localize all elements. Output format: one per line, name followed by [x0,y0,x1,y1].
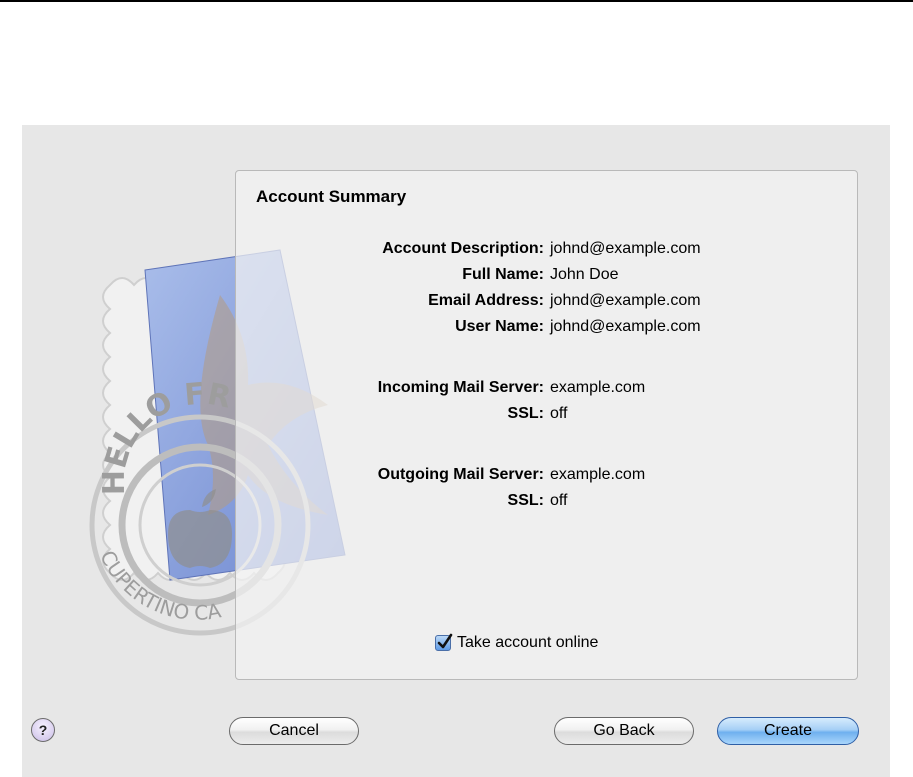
row-value: example.com [550,379,646,396]
checkbox-box[interactable] [435,633,453,651]
checkbox-label: Take account online [457,634,599,651]
create-button[interactable]: Create [717,717,859,745]
row-label: SSL: [507,492,544,509]
row-value: John Doe [550,266,619,283]
summary-row-account-description: Account Description: johnd@example.com [236,237,856,261]
row-value: johnd@example.com [550,240,701,257]
row-label: User Name: [455,318,544,335]
cancel-button[interactable]: Cancel [229,717,359,745]
go-back-button[interactable]: Go Back [554,717,694,745]
summary-row-outgoing-server: Outgoing Mail Server: example.com [236,463,856,487]
summary-row-email-address: Email Address: johnd@example.com [236,289,856,313]
row-value: off [550,405,568,422]
row-value: johnd@example.com [550,318,701,335]
row-label: Full Name: [462,266,544,283]
row-value: off [550,492,568,509]
summary-row-incoming-ssl: SSL: off [236,402,856,426]
summary-row-incoming-server: Incoming Mail Server: example.com [236,376,856,400]
summary-row-outgoing-ssl: SSL: off [236,489,856,513]
checkmark-icon [437,633,453,649]
row-label: Email Address: [428,292,544,309]
summary-row-full-name: Full Name: John Doe [236,263,856,287]
top-border-line [0,0,913,2]
account-setup-dialog: HELLO FR CUPERTINO CA Account Summary Ac… [22,125,890,777]
row-value: johnd@example.com [550,292,701,309]
panel-title: Account Summary [256,187,407,206]
account-summary-panel: Account Summary Account Description: joh… [235,170,858,680]
help-button[interactable]: ? [31,718,55,742]
take-account-online-checkbox[interactable]: Take account online [435,631,598,655]
row-label: Incoming Mail Server: [377,379,544,396]
summary-row-user-name: User Name: johnd@example.com [236,315,856,339]
row-value: example.com [550,466,646,483]
row-label: Account Description: [382,240,544,257]
row-label: SSL: [507,405,544,422]
row-label: Outgoing Mail Server: [377,466,544,483]
